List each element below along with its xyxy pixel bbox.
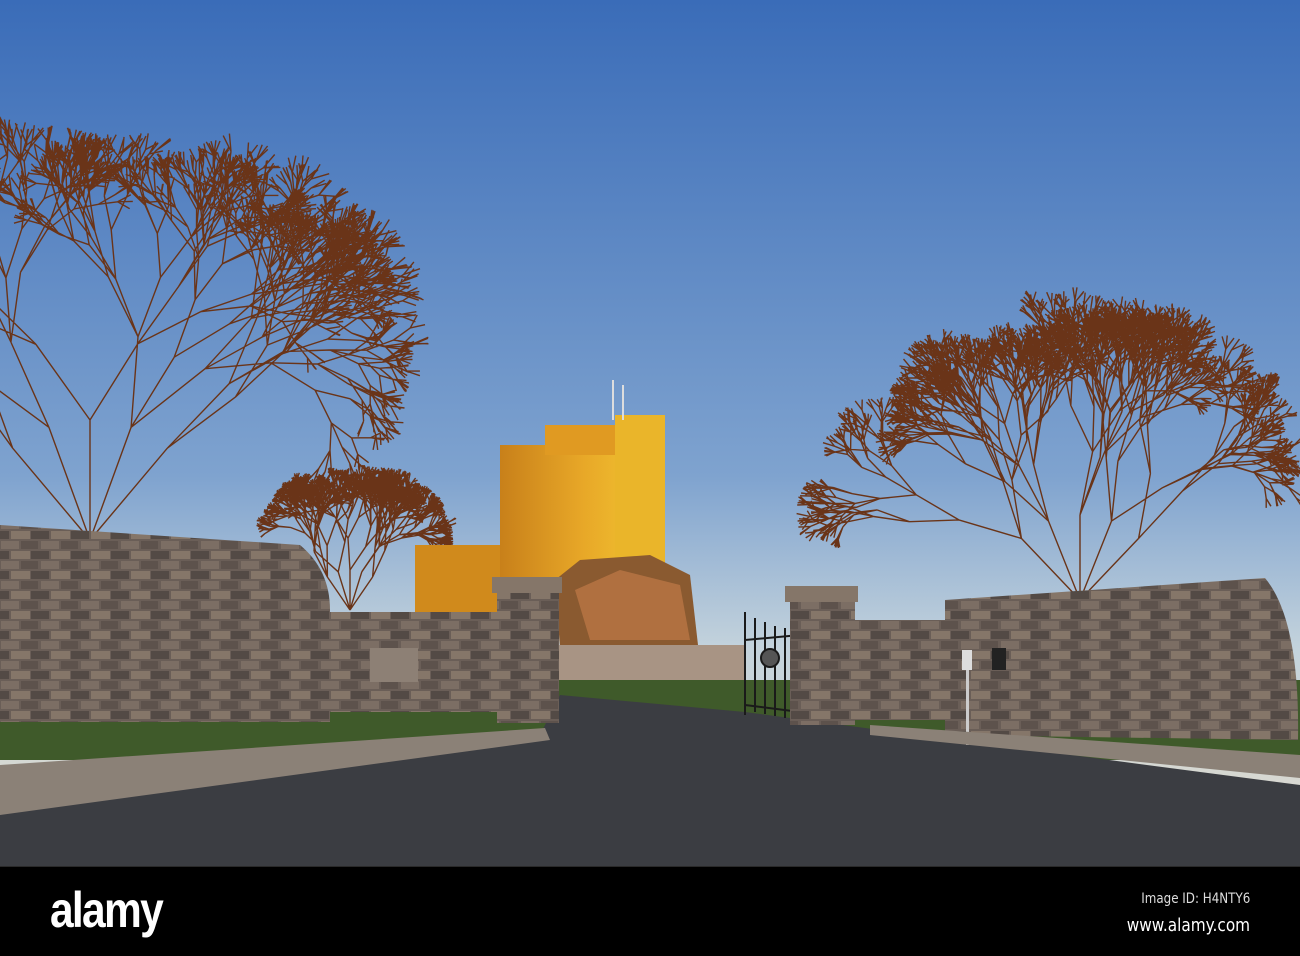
alamy-logo: alamy	[50, 882, 164, 938]
photo: alamy Image ID: H4NTY6 www.alamy.com	[0, 0, 1300, 956]
watermark-bar: alamy Image ID: H4NTY6 www.alamy.com	[0, 866, 1300, 956]
image-id: Image ID: H4NTY6	[1140, 891, 1250, 907]
castle-gate-scene	[0, 0, 1300, 866]
alamy-url[interactable]: www.alamy.com	[1127, 915, 1250, 936]
